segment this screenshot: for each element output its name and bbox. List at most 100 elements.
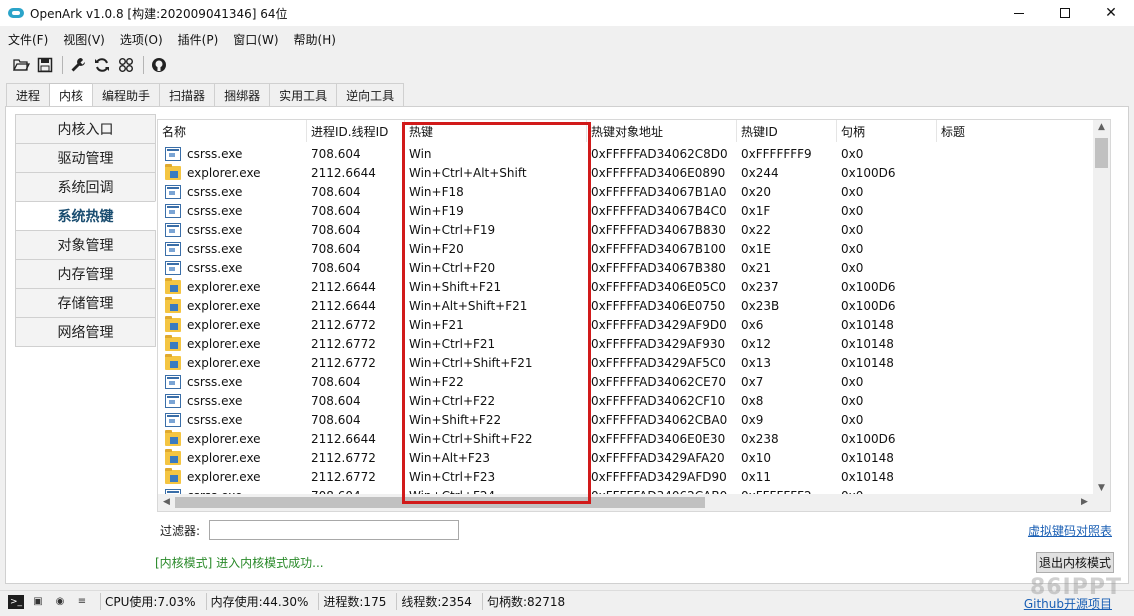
table-row[interactable]: explorer.exe 2112.6644 Win+Ctrl+Alt+Shift 0… (158, 163, 1094, 182)
table-row[interactable]: csrss.exe 708.604 Win+Ctrl+F20 0xFFFFFAD340… (158, 258, 1094, 277)
nav-driver-manager[interactable]: 驱动管理 (15, 143, 156, 173)
table-row[interactable]: csrss.exe 708.604 Win+F20 0xFFFFFAD34067B10… (158, 239, 1094, 258)
cell-name: csrss.exe (158, 372, 307, 391)
cell-handle: 0x0 (837, 391, 937, 410)
table-row[interactable]: csrss.exe 708.604 Win+Ctrl+F22 0xFFFFFAD340… (158, 391, 1094, 410)
nav-kernel-entry[interactable]: 内核入口 (15, 114, 156, 144)
tab-kernel[interactable]: 内核 (49, 83, 94, 107)
menu-plugins[interactable]: 插件(P) (171, 31, 226, 48)
nav-storage-manager[interactable]: 存储管理 (15, 288, 156, 318)
cell-object-address-text: 0xFFFFFAD3429AF930 (591, 336, 726, 351)
cell-pid-tid: 2112.6772 (307, 448, 405, 467)
menu-file[interactable]: 文件(F) (1, 31, 55, 48)
cleaner-icon[interactable]: ◉ (52, 595, 68, 609)
tab-utilities[interactable]: 实用工具 (269, 83, 338, 106)
cell-pid-tid-text: 2112.6772 (311, 317, 376, 332)
maximize-button[interactable] (1042, 0, 1088, 26)
exit-kernel-mode-button[interactable]: 退出内核模式 (1036, 552, 1114, 573)
grid-icon[interactable] (115, 54, 137, 76)
column-header-hotkey[interactable]: 热键 (405, 120, 587, 142)
cell-pid-tid-text: 2112.6644 (311, 431, 376, 446)
cell-name: csrss.exe (158, 220, 307, 239)
scroll-down-icon[interactable]: ▼ (1093, 483, 1110, 493)
cell-handle-text: 0x100D6 (841, 298, 896, 313)
save-icon[interactable] (34, 54, 56, 76)
tab-coder-kit[interactable]: 编程助手 (92, 83, 161, 106)
vertical-scrollbar[interactable]: ▲ ▼ (1093, 120, 1110, 495)
nav-system-hotkeys[interactable]: 系统热键 (15, 201, 156, 231)
column-header-title[interactable]: 标题 (937, 120, 1094, 142)
column-header-pid-tid[interactable]: 进程ID.线程ID (307, 120, 405, 142)
column-header-handle[interactable]: 句柄 (837, 120, 937, 142)
layers-icon[interactable]: ≡ (74, 595, 90, 609)
cell-hotkey-text: Win+F22 (409, 374, 464, 389)
menu-help[interactable]: 帮助(H) (287, 31, 343, 48)
table-row[interactable]: explorer.exe 2112.6644 Win+Shift+F21 0xFFFF… (158, 277, 1094, 296)
table-row[interactable]: csrss.exe 708.604 Win+Ctrl+F19 0xFFFFFAD340… (158, 220, 1094, 239)
table-row[interactable]: explorer.exe 2112.6772 Win+Ctrl+F23 0xFFFFF… (158, 467, 1094, 486)
vertical-scroll-thumb[interactable] (1095, 138, 1108, 168)
cell-name-text: explorer.exe (187, 450, 261, 465)
status-bar: >_ ▣ ◉ ≡ CPU使用:7.03% 内存使用:44.30% 进程数:175… (0, 590, 1134, 612)
column-header-hotkey-id[interactable]: 热键ID (737, 120, 837, 142)
tab-reverse-tools[interactable]: 逆向工具 (336, 83, 405, 106)
table-row[interactable]: csrss.exe 708.604 Win+Shift+F22 0xFFFFFAD34… (158, 410, 1094, 429)
scroll-up-icon[interactable]: ▲ (1093, 122, 1110, 132)
cell-title (937, 220, 1094, 239)
cell-hotkey-id-text: 0x8 (741, 393, 764, 408)
cell-hotkey-id-text: 0x23B (741, 298, 780, 313)
minimize-button[interactable] (996, 0, 1042, 26)
cell-pid-tid-text: 708.604 (311, 412, 361, 427)
tab-bundler[interactable]: 捆绑器 (214, 83, 271, 106)
cell-hotkey-text: Win+F19 (409, 203, 464, 218)
scroll-right-icon[interactable]: ▶ (1076, 497, 1093, 507)
virtual-keycode-table-link[interactable]: 虚拟键码对照表 (1028, 522, 1112, 539)
refresh-icon[interactable] (91, 54, 113, 76)
folder-open-icon[interactable] (10, 54, 32, 76)
cell-name: explorer.exe (158, 467, 307, 486)
console-app-icon (165, 146, 181, 161)
table-row[interactable]: explorer.exe 2112.6644 Win+Alt+Shift+F21 0x… (158, 296, 1094, 315)
table-row[interactable]: explorer.exe 2112.6772 Win+F21 0xFFFFFAD342… (158, 315, 1094, 334)
kernel-mode-message: [内核模式] 进入内核模式成功... (155, 556, 324, 570)
table-row[interactable]: explorer.exe 2112.6772 Win+Ctrl+Shift+F21 0… (158, 353, 1094, 372)
console-icon[interactable]: >_ (8, 594, 24, 609)
table-row[interactable]: csrss.exe 708.604 Win 0xFFFFFAD34062C8D0 0xF… (158, 144, 1094, 163)
tab-process[interactable]: 进程 (6, 83, 51, 106)
github-icon[interactable] (148, 54, 170, 76)
process-count: 进程数:175 (318, 593, 386, 610)
column-header-object-address[interactable]: 热键对象地址 (587, 120, 737, 142)
menu-view[interactable]: 视图(V) (56, 31, 112, 48)
cell-handle-text: 0x100D6 (841, 431, 896, 446)
cell-name: csrss.exe (158, 144, 307, 163)
watermark-logo: 86IPPT (1029, 575, 1122, 600)
column-header-name[interactable]: 名称 (158, 120, 307, 142)
table-row[interactable]: explorer.exe 2112.6644 Win+Ctrl+Shift+F22 0… (158, 429, 1094, 448)
nav-object-manager[interactable]: 对象管理 (15, 230, 156, 260)
table-row[interactable]: csrss.exe 708.604 Win+F18 0xFFFFFAD34067B1A… (158, 182, 1094, 201)
horizontal-scrollbar[interactable]: ◀ ▶ (158, 494, 1110, 511)
cell-hotkey-id-text: 0x6 (741, 317, 764, 332)
disk-icon[interactable]: ▣ (30, 595, 46, 609)
menu-options[interactable]: 选项(O) (113, 31, 170, 48)
table-row[interactable]: explorer.exe 2112.6772 Win+Ctrl+F21 0xFFFFF… (158, 334, 1094, 353)
scroll-left-icon[interactable]: ◀ (158, 497, 175, 507)
cell-name: explorer.exe (158, 353, 307, 372)
cell-hotkey: Win+Shift+F21 (405, 277, 587, 296)
table-row[interactable]: csrss.exe 708.604 Win+F22 0xFFFFFAD34062CE7… (158, 372, 1094, 391)
filter-input[interactable] (209, 520, 459, 540)
wrench-icon[interactable] (67, 54, 89, 76)
table-row[interactable]: explorer.exe 2112.6772 Win+Alt+F23 0xFFFFFA… (158, 448, 1094, 467)
nav-network-manager[interactable]: 网络管理 (15, 317, 156, 347)
cell-pid-tid-text: 708.604 (311, 146, 361, 161)
nav-system-callbacks[interactable]: 系统回调 (15, 172, 156, 202)
horizontal-scroll-thumb[interactable] (175, 497, 705, 508)
menu-window[interactable]: 窗口(W) (226, 31, 285, 48)
nav-memory-manager[interactable]: 内存管理 (15, 259, 156, 289)
cell-name-text: explorer.exe (187, 317, 261, 332)
cell-hotkey-text: Win+F18 (409, 184, 464, 199)
tab-scanner[interactable]: 扫描器 (159, 83, 216, 106)
table-row[interactable]: csrss.exe 708.604 Win+F19 0xFFFFFAD34067B4C… (158, 201, 1094, 220)
close-button[interactable]: ✕ (1088, 0, 1134, 26)
console-app-icon (165, 241, 181, 256)
